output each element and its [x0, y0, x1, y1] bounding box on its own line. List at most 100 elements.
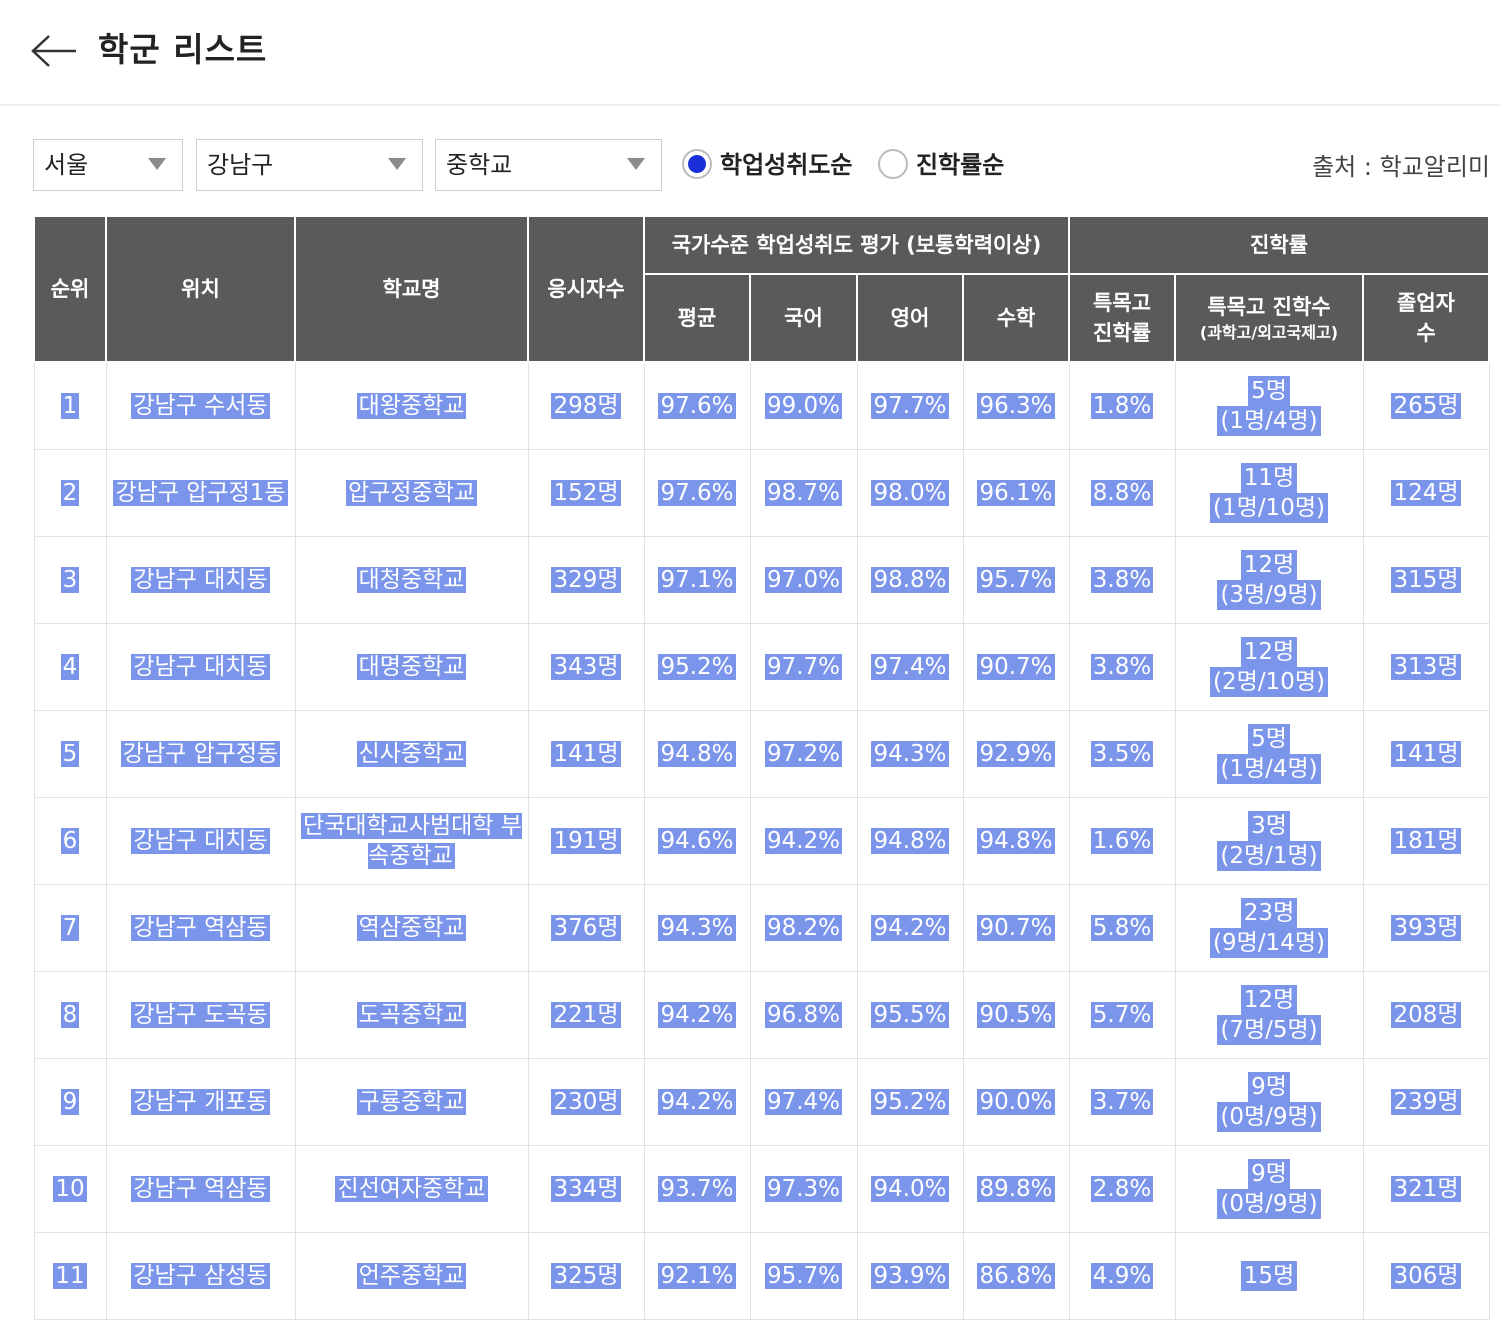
cell-math: 90.5% [962, 971, 1070, 1059]
cell-english: 94.2% [856, 884, 964, 972]
cell-graduates-text: 181명 [1391, 828, 1461, 854]
cell-rank-text: 7 [60, 915, 80, 941]
sort-achievement-radio[interactable]: 학업성취도순 [681, 146, 871, 186]
special-count-value: 5명 [1248, 724, 1290, 754]
cell-english: 94.8% [856, 797, 964, 885]
cell-korean: 97.7% [749, 623, 858, 711]
cell-special-rate: 3.5% [1068, 710, 1176, 798]
cell-graduates: 315명 [1362, 536, 1490, 624]
district-select[interactable]: 강남구 [196, 139, 423, 191]
cell-location: 강남구 대치동 [105, 536, 296, 624]
cell-english: 97.4% [856, 623, 964, 711]
cell-korean-text: 98.7% [764, 480, 843, 506]
special-count-detail: (9명/14명) [1210, 928, 1328, 958]
cell-korean: 97.0% [749, 536, 858, 624]
city-select-value: 서울 [44, 151, 89, 179]
cell-school-text: 압구정중학교 [346, 480, 477, 506]
special-count-value: 9명 [1248, 1072, 1290, 1102]
school-level-select[interactable]: 중학교 [435, 139, 662, 191]
table-row[interactable]: 1 강남구 수서동 대왕중학교 298명 97.6% 99.0% 97.7% 96.3% 1.8… [33, 361, 1490, 450]
cell-graduates: 208명 [1362, 971, 1490, 1059]
cell-special-count: 11명 (1명/10명) [1174, 449, 1364, 537]
table-row[interactable]: 5 강남구 압구정동 신사중학교 141명 94.8% 97.2% 94.3% 92.9% 3.… [33, 710, 1490, 798]
cell-rank-text: 8 [60, 1002, 80, 1028]
header-location[interactable]: 위치 [105, 215, 296, 363]
cell-special-rate: 1.8% [1068, 361, 1176, 450]
header-korean[interactable]: 국어 [749, 273, 858, 363]
cell-special-count: 12명 (3명/9명) [1174, 536, 1364, 624]
header-special-count[interactable]: 특목고 진학수 (과학고/외고국제고) [1174, 273, 1365, 363]
header-special-rate-line1: 특목고 [1093, 291, 1151, 315]
cell-rank: 3 [33, 536, 107, 624]
table-row[interactable]: 8 강남구 도곡동 도곡중학교 221명 94.2% 96.8% 95.5% 90.5% 5.7… [33, 971, 1490, 1059]
table-row[interactable]: 10 강남구 역삼동 진선여자중학교 334명 93.7% 97.3% 94.0% 89.8%… [33, 1145, 1490, 1233]
table-row[interactable]: 11 강남구 삼성동 언주중학교 325명 92.1% 95.7% 93.9% 86.8% 4.… [33, 1232, 1490, 1320]
header-english[interactable]: 영어 [856, 273, 964, 363]
cell-school: 대청중학교 [294, 536, 529, 624]
cell-english-text: 98.0% [871, 480, 949, 506]
header-school[interactable]: 학교명 [294, 215, 529, 363]
cell-korean-text: 97.3% [764, 1176, 843, 1202]
table-row[interactable]: 4 강남구 대치동 대명중학교 343명 95.2% 97.7% 97.4% 90.7% 3.8… [33, 623, 1490, 711]
chevron-down-icon [148, 158, 166, 170]
table-row[interactable]: 7 강남구 역삼동 역삼중학교 376명 94.3% 98.2% 94.2% 90.7% 5.8… [33, 884, 1490, 972]
city-select[interactable]: 서울 [33, 139, 183, 191]
cell-location: 강남구 역삼동 [105, 1145, 296, 1233]
cell-school-text: 언주중학교 [356, 1263, 467, 1289]
cell-graduates-text: 321명 [1391, 1176, 1461, 1202]
table-row[interactable]: 9 강남구 개포동 구룡중학교 230명 94.2% 97.4% 95.2% 90.0% 3.7… [33, 1058, 1490, 1146]
cell-special-rate-text: 5.8% [1090, 915, 1154, 941]
cell-korean: 97.3% [749, 1145, 858, 1233]
back-arrow-icon[interactable] [30, 34, 78, 68]
cell-math-text: 96.3% [977, 393, 1055, 419]
cell-korean-text: 99.0% [764, 393, 843, 419]
cell-school-text: 도곡중학교 [356, 1002, 467, 1028]
sort-advance-radio[interactable]: 진학률순 [877, 146, 1027, 186]
table-row[interactable]: 6 강남구 대치동 단국대학교사범대학 부속중학교 191명 94.6% 94.2% 94.… [33, 797, 1490, 885]
cell-special-rate-text: 4.9% [1090, 1263, 1154, 1289]
cell-location: 강남구 개포동 [105, 1058, 296, 1146]
cell-math: 95.7% [962, 536, 1070, 624]
header-average[interactable]: 평균 [643, 273, 751, 363]
sort-advance-label: 진학률순 [916, 151, 1005, 179]
cell-average-text: 97.1% [658, 567, 736, 593]
cell-special-rate: 2.8% [1068, 1145, 1176, 1233]
special-count-value: 5명 [1248, 376, 1290, 406]
cell-examinees: 191명 [527, 797, 645, 885]
header-special-rate[interactable]: 특목고 진학률 [1068, 273, 1177, 363]
cell-math: 92.9% [962, 710, 1070, 798]
cell-location: 강남구 압구정1동 [105, 449, 296, 537]
cell-math-text: 89.8% [977, 1176, 1055, 1202]
cell-rank-text: 11 [53, 1263, 87, 1289]
table-row[interactable]: 3 강남구 대치동 대청중학교 329명 97.1% 97.0% 98.8% 95.7% 3.8… [33, 536, 1490, 624]
cell-korean: 98.7% [749, 449, 858, 537]
header-rank[interactable]: 순위 [33, 215, 107, 363]
cell-school: 도곡중학교 [294, 971, 529, 1059]
header-math[interactable]: 수학 [961, 273, 1071, 363]
cell-graduates-text: 393명 [1391, 915, 1461, 941]
cell-graduates-text: 313명 [1391, 654, 1461, 680]
header-graduates-line2: 수 [1416, 321, 1436, 345]
cell-math-text: 90.7% [977, 654, 1055, 680]
header-graduates[interactable]: 졸업자 수 [1362, 273, 1491, 363]
cell-examinees: 141명 [527, 710, 645, 798]
cell-rank: 1 [33, 361, 107, 450]
header-special-rate-line2: 진학률 [1093, 321, 1151, 345]
cell-average-text: 94.8% [658, 741, 736, 767]
cell-rank-text: 9 [60, 1089, 80, 1115]
cell-english: 97.7% [856, 361, 964, 450]
cell-graduates-text: 208명 [1391, 1002, 1461, 1028]
cell-rank-text: 2 [60, 480, 80, 506]
cell-english: 98.0% [856, 449, 964, 537]
cell-special-rate-text: 5.7% [1090, 1002, 1154, 1028]
cell-examinees: 325명 [527, 1232, 645, 1320]
special-count-detail: (1명/10명) [1210, 493, 1328, 523]
table-row[interactable]: 2 강남구 압구정1동 압구정중학교 152명 97.6% 98.7% 98.0% 96.1%… [33, 449, 1490, 537]
header-examinees[interactable]: 응시자수 [527, 215, 645, 363]
cell-special-rate: 8.8% [1068, 449, 1176, 537]
special-count-detail: (1명/4명) [1217, 754, 1321, 784]
cell-examinees-text: 141명 [551, 741, 621, 767]
cell-graduates: 265명 [1362, 361, 1490, 450]
special-count-detail: (2명/1명) [1217, 841, 1321, 871]
special-count-value: 23명 [1240, 898, 1298, 928]
